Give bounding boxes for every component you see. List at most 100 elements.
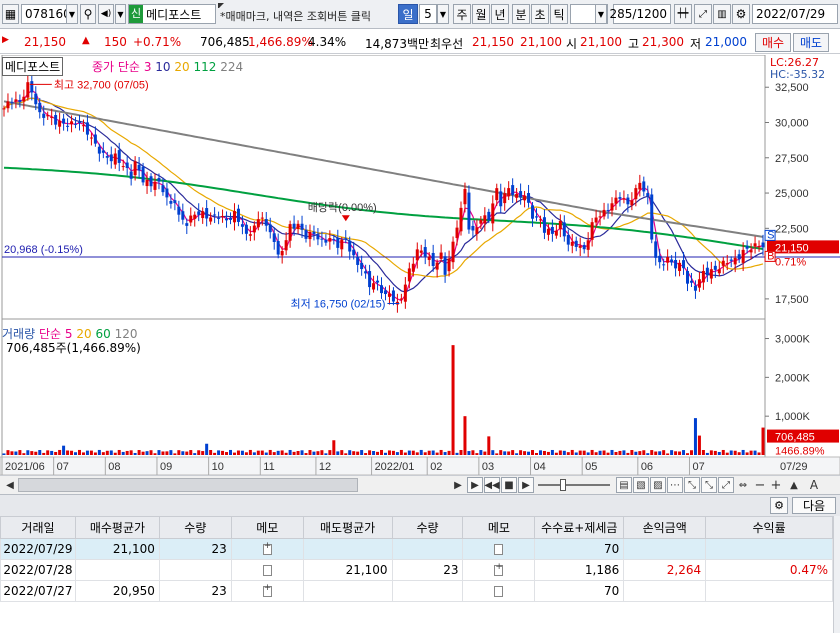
col-header-sell-avg[interactable]: 매도평균가 [302,516,393,539]
col-header-return[interactable]: 수익률 [705,516,833,539]
period-number[interactable]: 5 [419,4,437,24]
tick-dropdown-icon[interactable]: ▼ [595,4,607,24]
tool7-icon[interactable]: ⤢ [718,477,734,493]
tool6-icon[interactable]: ⤡ [701,477,717,493]
price-panel-title[interactable]: 메디포스트 [2,57,64,76]
candle-body [423,247,427,257]
reset-a-icon[interactable]: A [806,477,822,493]
tool2-icon[interactable]: ▧ [633,477,649,493]
period-week-button[interactable]: 주 [453,4,471,24]
rewind-icon[interactable]: ◀◀ [484,477,500,493]
chart-area[interactable]: 32,500 30,000 27,500 25,000 22,500 17,500 3,00… [0,54,840,476]
col-header-date[interactable]: 거래일 [0,516,76,539]
stock-name-field[interactable]: 신 메디포스트 [128,4,216,24]
code-dropdown-icon[interactable]: ▼ [66,4,78,24]
memo-icon[interactable] [494,586,504,597]
period-dropdown-icon[interactable]: ▼ [437,4,449,24]
cell-buy-memo[interactable] [230,559,304,581]
col-header-buy-qty[interactable]: 수량 [158,516,232,539]
count-input[interactable]: 285/1200 [610,4,671,24]
volume-bar [97,449,101,455]
col-header-buy-memo[interactable]: 메모 [230,516,304,539]
memo-add-icon[interactable] [262,583,272,597]
period-month-button[interactable]: 월 [472,4,490,24]
candle-body [308,231,312,240]
x-tick-label: 10 [212,461,224,473]
candle-body [292,223,296,229]
scroll-thumb[interactable] [18,478,358,492]
forward-icon[interactable]: ▶ [518,477,534,493]
col-header-sell-qty[interactable]: 수량 [391,516,464,539]
volume-bar [459,449,463,455]
col-header-buy-avg[interactable]: 매수평균가 [74,516,160,539]
cell-sell-memo[interactable] [462,559,536,581]
sound-dropdown-icon[interactable]: ▼ [115,4,126,24]
period-day-button[interactable]: 일 [398,4,418,24]
col-header-pnl[interactable]: 손익금액 [623,516,707,539]
volume-bar [650,450,654,455]
cell-fee: 70 [534,538,625,560]
cell-sell-memo[interactable] [462,538,536,560]
candle-body [387,293,391,297]
buy-button[interactable]: 매수 [755,33,791,52]
speed-slider-handle[interactable] [560,479,566,491]
candle-body [542,217,546,233]
col-header-fee[interactable]: 수수료+제세금 [534,516,625,539]
table-row[interactable]: 2022/07/29 21,100 23 70 [0,538,833,560]
search-icon[interactable]: ⚲ [80,4,96,24]
candle-body [380,285,384,294]
cell-buy-memo[interactable] [230,580,304,602]
tool8-icon[interactable]: ⇔ [735,477,751,493]
table-row[interactable]: 2022/07/28 21,100 23 1,186 2,264 0.47% [0,559,833,581]
x-tick-label: 12 [319,461,331,473]
memo-icon[interactable] [262,565,272,576]
chart-scrollbar[interactable]: ◀ ▶ ▶ ◀◀ ■ ▶ ▤ ▧ ▨ ⋯ ⤡ ⤡ ⤢ ⇔ − + ▲ A [0,475,840,494]
period-tick-button[interactable]: 틱 [550,4,568,24]
cell-buy-memo[interactable] [230,538,304,560]
stop-icon[interactable]: ■ [501,477,517,493]
table-row[interactable]: 2022/07/27 20,950 23 70 [0,580,833,602]
layout-icon[interactable]: ▦ [2,4,19,24]
speed-slider[interactable] [538,484,610,486]
tool5-icon[interactable]: ⤡ [684,477,700,493]
candle-body [157,178,161,182]
tool4-icon[interactable]: ⋯ [667,477,683,493]
volume-bar [181,451,185,455]
sell-button[interactable]: 매도 [793,33,829,52]
play-icon[interactable]: ▶ [467,477,483,493]
chart-tools-icon[interactable]: ⤢ [694,4,712,24]
period-year-button[interactable]: 년 [491,4,509,24]
tool3-icon[interactable]: ▨ [650,477,666,493]
minus-icon[interactable]: − [752,477,768,493]
period-second-button[interactable]: 초 [531,4,549,24]
cell-sell-memo[interactable] [462,580,536,602]
price-chart[interactable]: 32,500 30,000 27,500 25,000 22,500 17,500 3,00… [0,54,840,476]
col-header-sell-memo[interactable]: 메모 [462,516,536,539]
tool1-icon[interactable]: ▤ [616,477,632,493]
plus-icon[interactable]: + [768,477,784,493]
period-minute-button[interactable]: 분 [512,4,530,24]
memo-add-icon[interactable] [494,562,504,576]
memo-add-icon[interactable] [262,541,272,555]
gear-icon[interactable]: ⚙ [732,4,750,24]
marquee-text: *매매마크, 내역은 조회버튼 클릭 [220,10,372,23]
indicator-icon[interactable]: ▥ [713,4,731,24]
next-button[interactable]: 다음 [792,497,836,514]
memo-icon[interactable] [494,544,504,555]
candle-body [491,203,495,224]
stock-code-input[interactable]: 078160 [21,4,71,24]
scroll-right-icon[interactable]: ▶ [450,477,466,493]
candle-type-icon[interactable]: ┿┿ [674,4,692,24]
y-tick-label: 30,000 [775,118,809,130]
candle-body [137,164,141,171]
candle-body [10,101,14,103]
date-input[interactable]: 2022/07/29 [752,4,838,24]
sound-icon[interactable]: ◀) [98,4,114,24]
table-scrollbar[interactable] [833,516,840,633]
volume-bar [654,451,658,455]
settings-gear-icon[interactable]: ⚙ [770,497,788,514]
collapse-icon[interactable]: ▲ [786,477,802,493]
buy-marker-text: B [767,250,774,262]
volume-bar [300,450,304,455]
scroll-left-icon[interactable]: ◀ [2,477,18,493]
